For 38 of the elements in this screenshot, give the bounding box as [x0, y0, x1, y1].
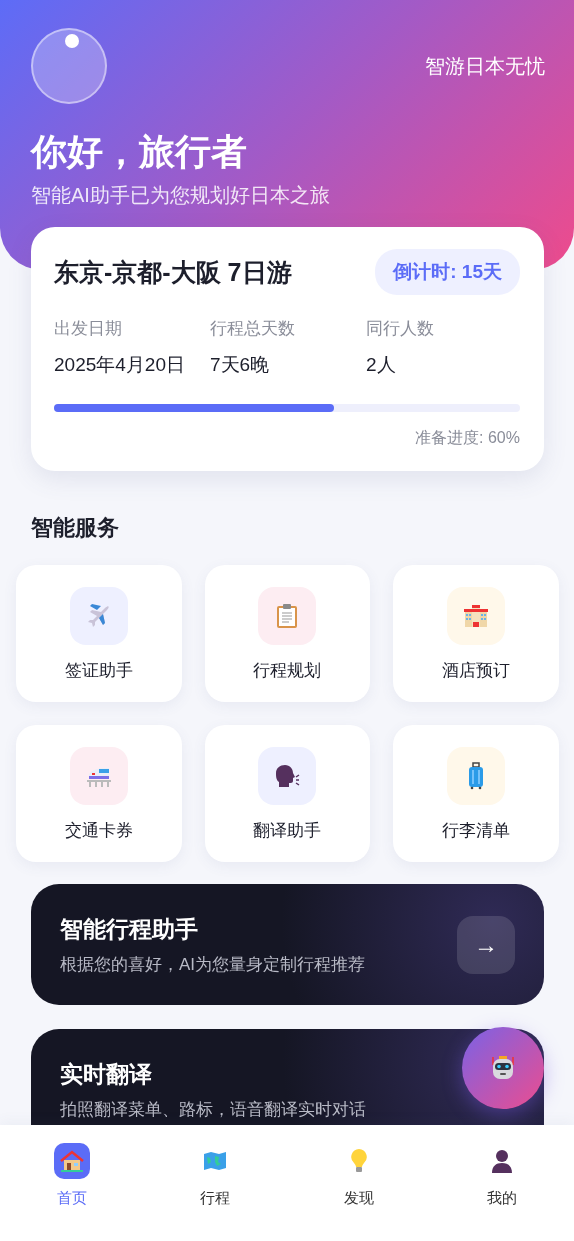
light-bulb-icon — [349, 1148, 368, 1174]
stat-label: 出发日期 — [54, 318, 123, 340]
suitcase-icon — [467, 762, 486, 790]
tab-item[interactable]: 首页 — [0, 1125, 144, 1241]
service-tile[interactable]: 行李清单 — [393, 725, 559, 862]
tab-item[interactable]: 发现 — [287, 1125, 431, 1241]
stat-label: 行程总天数 — [210, 318, 296, 340]
stat-label: 同行人数 — [366, 318, 435, 340]
progress-reading: 准备进度: 60% — [415, 428, 520, 448]
service-tile[interactable]: 翻译助手 — [204, 725, 371, 862]
speaking-head-icon — [274, 763, 301, 789]
promo-description: 根据您的喜好，AI为您量身定制行程推荐 — [60, 953, 366, 976]
arrow-button[interactable]: → — [457, 915, 515, 974]
house-icon — [59, 1150, 84, 1172]
clipboard-icon — [276, 603, 299, 629]
countdown-badge: 倒计时: 15天 — [375, 249, 520, 295]
promo-card[interactable]: 智能行程助手 根据您的喜好，AI为您量身定制行程推荐 → — [31, 884, 544, 1005]
greeting-title: 你好，旅行者 — [31, 130, 248, 174]
trip-title: 东京-京都-大阪 7日游 — [54, 256, 292, 288]
section-title: 智能服务 — [31, 514, 120, 542]
promo-title: 智能行程助手 — [60, 914, 199, 944]
tagline: 智游日本无忧 — [425, 53, 545, 79]
robot-icon — [490, 1055, 516, 1081]
service-tile[interactable]: 酒店预订 — [393, 565, 559, 702]
hotel-icon — [463, 603, 490, 629]
map-icon — [203, 1151, 228, 1171]
service-tile[interactable]: 交通卡券 — [16, 725, 182, 862]
tab-item[interactable]: 行程 — [143, 1125, 287, 1241]
stat-value: 2025年4月20日 — [54, 353, 186, 377]
tab-item[interactable]: 我的 — [430, 1125, 574, 1241]
service-tile[interactable]: 行程规划 — [204, 565, 371, 702]
stat-value: 7天6晚 — [210, 353, 271, 377]
promo-title: 实时翻译 — [60, 1060, 153, 1089]
person-icon — [491, 1149, 514, 1173]
stat-value: 2人 — [366, 353, 397, 377]
greeting-subtitle: 智能AI助手已为您规划好日本之旅 — [31, 183, 331, 208]
promo-description: 拍照翻译菜单、路标，语音翻译实时对话 — [60, 1099, 366, 1121]
service-tile[interactable]: 签证助手 — [16, 565, 182, 702]
